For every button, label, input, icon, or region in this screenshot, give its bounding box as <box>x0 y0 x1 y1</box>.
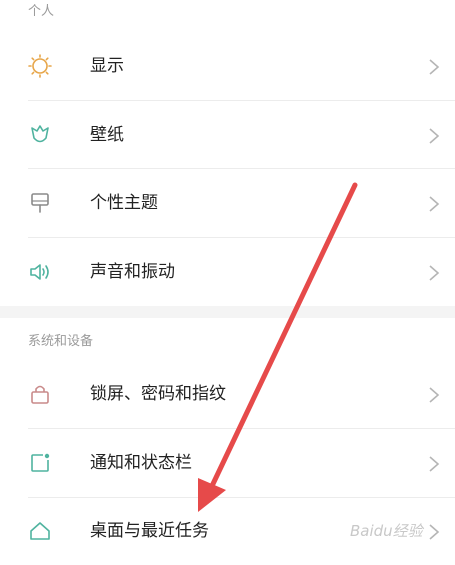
brush-icon <box>31 193 49 213</box>
chevron-right-icon <box>429 265 440 281</box>
settings-item-label: 显示 <box>90 56 124 76</box>
section-title-personal: 个人 <box>28 4 55 19</box>
lock-icon <box>31 385 49 404</box>
chevron-right-icon <box>429 456 440 472</box>
chevron-right-icon <box>429 196 440 212</box>
chevron-right-icon <box>429 387 440 403</box>
settings-item-label: 桌面与最近任务 <box>90 521 209 541</box>
watermark-text: Baidu经验 <box>350 522 423 540</box>
settings-item-label: 通知和状态栏 <box>90 453 192 473</box>
wallpaper-icon <box>31 125 49 143</box>
settings-item-label: 声音和振动 <box>90 262 175 282</box>
chevron-right-icon <box>429 59 440 75</box>
settings-item-label: 个性主题 <box>90 193 158 213</box>
settings-item-notifications[interactable]: 通知和状态栏 <box>0 429 455 497</box>
settings-item-lockscreen[interactable]: 锁屏、密码和指纹 <box>0 360 455 428</box>
settings-item-label: 锁屏、密码和指纹 <box>90 384 226 404</box>
settings-item-wallpaper[interactable]: 壁纸 <box>0 101 455 169</box>
settings-item-display[interactable]: 显示 <box>0 32 455 100</box>
chevron-right-icon <box>429 128 440 144</box>
home-icon <box>30 522 50 540</box>
section-title-system: 系统和设备 <box>28 334 94 349</box>
section-gap <box>0 306 455 318</box>
settings-item-label: 壁纸 <box>90 125 124 145</box>
notification-icon <box>31 453 50 472</box>
speaker-icon <box>30 264 49 280</box>
chevron-right-icon <box>429 524 440 540</box>
settings-item-sound[interactable]: 声音和振动 <box>0 238 455 306</box>
settings-item-theme[interactable]: 个性主题 <box>0 169 455 237</box>
sun-icon <box>28 54 52 78</box>
